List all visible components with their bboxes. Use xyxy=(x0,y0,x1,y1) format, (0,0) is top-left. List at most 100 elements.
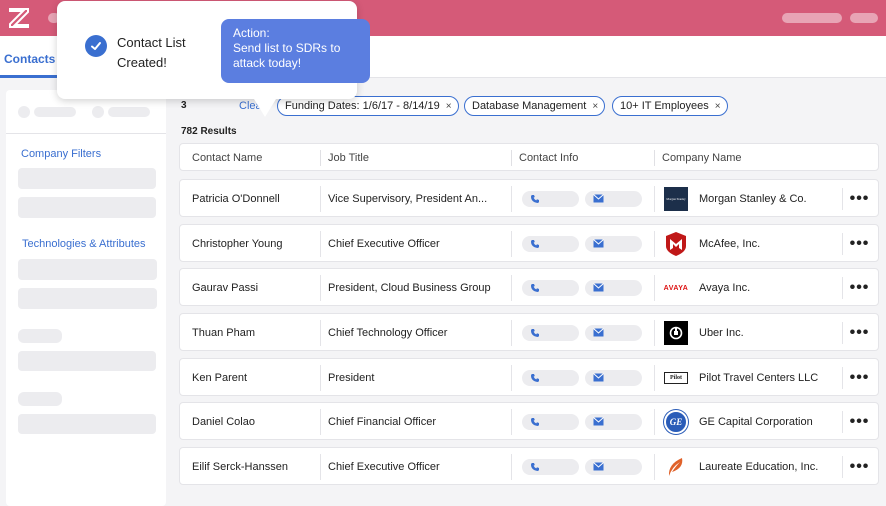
more-options-icon[interactable]: ••• xyxy=(842,188,876,210)
phone-button[interactable] xyxy=(522,414,579,430)
more-options-icon[interactable]: ••• xyxy=(842,367,876,389)
cell-divider xyxy=(654,409,655,435)
contact-name[interactable]: Gaurav Passi xyxy=(192,282,258,294)
phone-button[interactable] xyxy=(522,325,579,341)
active-tab-indicator xyxy=(0,75,58,78)
company-name[interactable]: Laureate Education, Inc. xyxy=(699,461,818,473)
filter-chip-database-management[interactable]: Database Management × xyxy=(464,96,606,116)
company-name[interactable]: GE Capital Corporation xyxy=(699,416,813,428)
company-name[interactable]: Morgan Stanley & Co. xyxy=(699,193,807,205)
email-button[interactable] xyxy=(585,370,642,386)
cell-divider xyxy=(654,365,655,391)
cell-divider xyxy=(320,275,321,301)
contact-name[interactable]: Patricia O'Donnell xyxy=(192,193,280,205)
filter-chip-it-employees[interactable]: 10+ IT Employees × xyxy=(612,96,728,116)
job-title: Vice Supervisory, President An... xyxy=(328,193,488,205)
chip-label: 10+ IT Employees xyxy=(620,100,709,112)
cell-divider xyxy=(320,320,321,346)
action-heading: Action: xyxy=(233,26,270,40)
header-job-title[interactable]: Job Title xyxy=(328,152,369,164)
skeleton-filter xyxy=(18,259,157,280)
contact-name[interactable]: Christopher Young xyxy=(192,238,283,250)
cell-divider xyxy=(654,186,655,212)
more-options-icon[interactable]: ••• xyxy=(842,322,876,344)
skeleton-dot xyxy=(92,106,104,118)
zoominfo-logo-icon[interactable] xyxy=(8,7,30,29)
sidebar-divider xyxy=(6,133,166,134)
header-company-name[interactable]: Company Name xyxy=(662,152,741,164)
filter-count: 3 xyxy=(181,100,187,111)
action-text: Send list to SDRs to attack today! xyxy=(233,41,341,70)
skeleton-bar xyxy=(18,392,62,406)
cell-divider xyxy=(511,409,512,435)
ge-logo: GE xyxy=(664,410,688,434)
company-name[interactable]: McAfee, Inc. xyxy=(699,238,760,250)
phone-button[interactable] xyxy=(522,459,579,475)
cell-divider xyxy=(320,409,321,435)
tab-contacts[interactable]: Contacts xyxy=(4,52,55,66)
email-button[interactable] xyxy=(585,280,642,296)
more-options-icon[interactable]: ••• xyxy=(842,411,876,433)
table-row[interactable]: Thuan Pham Chief Technology Officer Uber I… xyxy=(179,313,879,351)
email-button[interactable] xyxy=(585,459,642,475)
email-button[interactable] xyxy=(585,191,642,207)
skeleton-filter xyxy=(18,414,156,434)
more-options-icon[interactable]: ••• xyxy=(842,456,876,478)
cell-divider xyxy=(511,186,512,212)
remove-chip-icon[interactable]: × xyxy=(715,101,721,112)
header-divider xyxy=(320,150,321,166)
table-row[interactable]: Patricia O'Donnell Vice Supervisory, Pres… xyxy=(179,179,879,217)
topbar-placeholder xyxy=(782,13,842,23)
phone-button[interactable] xyxy=(522,370,579,386)
skeleton-filter xyxy=(18,288,157,309)
table-row[interactable]: Daniel Colao Chief Financial Officer GE GE … xyxy=(179,402,879,440)
logo-text: Pilot xyxy=(670,375,682,381)
mcafee-logo xyxy=(664,232,688,256)
avaya-logo: AVAYA xyxy=(664,276,688,300)
company-name[interactable]: Uber Inc. xyxy=(699,327,744,339)
company-name[interactable]: Pilot Travel Centers LLC xyxy=(699,372,818,384)
header-divider xyxy=(511,150,512,166)
header-contact-name[interactable]: Contact Name xyxy=(192,152,262,164)
email-button[interactable] xyxy=(585,325,642,341)
contact-name[interactable]: Eilif Serck-Hanssen xyxy=(192,461,288,473)
company-name[interactable]: Avaya Inc. xyxy=(699,282,750,294)
laureate-logo xyxy=(664,455,688,479)
remove-chip-icon[interactable]: × xyxy=(446,101,452,112)
phone-button[interactable] xyxy=(522,236,579,252)
email-button[interactable] xyxy=(585,414,642,430)
more-options-icon[interactable]: ••• xyxy=(842,277,876,299)
header-contact-info[interactable]: Contact Info xyxy=(519,152,578,164)
table-row[interactable]: Eilif Serck-Hanssen Chief Executive Offic… xyxy=(179,447,879,485)
logo-text: AVAYA xyxy=(663,284,689,292)
filter-chip-funding-dates[interactable]: Funding Dates: 1/6/17 - 8/14/19 × xyxy=(277,96,459,116)
job-title: Chief Financial Officer xyxy=(328,416,437,428)
contact-name[interactable]: Daniel Colao xyxy=(192,416,255,428)
table-row[interactable]: Christopher Young Chief Executive Officer… xyxy=(179,224,879,262)
pilot-logo: Pilot xyxy=(664,366,688,390)
skeleton-dot xyxy=(18,106,30,118)
cell-divider xyxy=(654,275,655,301)
results-count: 782 Results xyxy=(181,126,237,137)
phone-button[interactable] xyxy=(522,191,579,207)
company-filters-heading[interactable]: Company Filters xyxy=(21,148,101,160)
logo-text: GE xyxy=(669,417,683,427)
table-row[interactable]: Ken Parent President Pilot Pilot Travel Cen… xyxy=(179,358,879,396)
job-title: Chief Executive Officer xyxy=(328,238,440,250)
skeleton-filter xyxy=(18,351,156,371)
more-options-icon[interactable]: ••• xyxy=(842,233,876,255)
cell-divider xyxy=(511,454,512,480)
technologies-attributes-heading[interactable]: Technologies & Attributes xyxy=(22,238,146,250)
chip-label: Database Management xyxy=(472,100,587,112)
header-divider xyxy=(654,150,655,166)
cell-divider xyxy=(511,320,512,346)
skeleton-bar xyxy=(18,329,62,343)
phone-button[interactable] xyxy=(522,280,579,296)
contact-name[interactable]: Ken Parent xyxy=(192,372,247,384)
contact-name[interactable]: Thuan Pham xyxy=(192,327,255,339)
email-button[interactable] xyxy=(585,236,642,252)
table-row[interactable]: Gaurav Passi President, Cloud Business Gr… xyxy=(179,268,879,306)
action-callout: Action: Send list to SDRs to attack toda… xyxy=(221,19,370,83)
morgan-stanley-logo: Morgan Stanley xyxy=(664,187,688,211)
remove-chip-icon[interactable]: × xyxy=(592,101,598,112)
